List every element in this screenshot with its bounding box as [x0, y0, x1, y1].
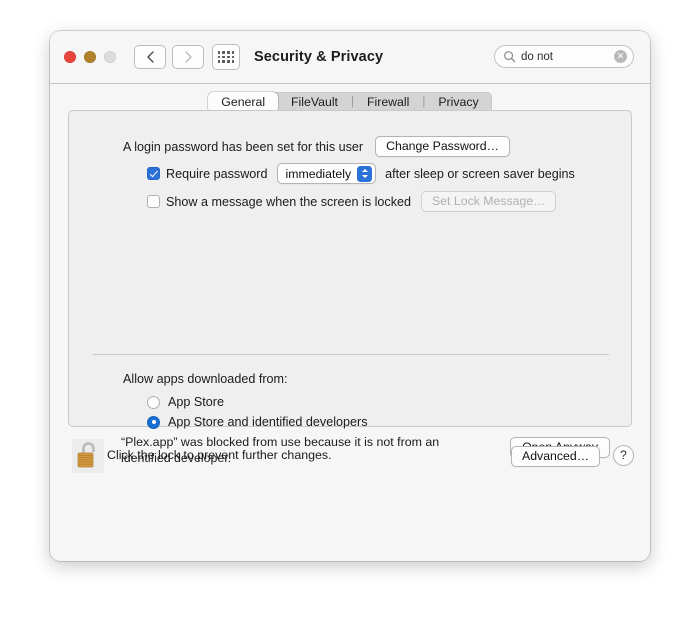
require-password-delay-value: immediately: [285, 166, 352, 181]
screen: Security & Privacy do not ✕ General File…: [0, 0, 700, 627]
require-password-delay-popup[interactable]: immediately: [276, 163, 377, 184]
require-password-label: Require password: [166, 166, 268, 181]
help-button[interactable]: ?: [613, 445, 634, 466]
require-password-suffix-label: after sleep or screen saver begins: [385, 166, 575, 181]
allow-apps-heading-row: Allow apps downloaded from:: [123, 372, 288, 386]
show-lock-message-label: Show a message when the screen is locked: [166, 194, 412, 209]
chevron-right-icon: [184, 51, 192, 63]
back-button[interactable]: [134, 45, 166, 69]
section-divider: [93, 354, 609, 355]
search-icon: [504, 51, 516, 63]
app-store-identified-radio[interactable]: [147, 415, 160, 429]
show-lock-message-checkbox[interactable]: [147, 195, 160, 208]
app-store-radio[interactable]: [147, 395, 160, 409]
require-password-checkbox[interactable]: [147, 167, 160, 180]
login-password-row: A login password has been set for this u…: [123, 136, 510, 157]
advanced-button[interactable]: Advanced…: [511, 446, 600, 467]
show-all-button[interactable]: [212, 44, 240, 70]
zoom-button-icon[interactable]: [104, 51, 116, 63]
search-field[interactable]: do not ✕: [494, 45, 634, 68]
clear-search-icon[interactable]: ✕: [614, 50, 627, 63]
general-pane: A login password has been set for this u…: [68, 110, 632, 465]
minimize-button-icon[interactable]: [84, 51, 96, 63]
search-input[interactable]: do not: [521, 51, 614, 63]
window-titlebar: Security & Privacy do not ✕: [50, 31, 650, 84]
close-button-icon[interactable]: [64, 51, 76, 63]
lock-message-row: Show a message when the screen is locked…: [147, 191, 557, 212]
chevron-left-icon: [146, 51, 154, 63]
set-lock-message-button[interactable]: Set Lock Message…: [421, 191, 557, 212]
page-title: Security & Privacy: [254, 49, 384, 65]
navigation-buttons: [134, 45, 204, 69]
bottom-bar: Click the lock to prevent further change…: [50, 433, 650, 495]
require-password-row: Require password immediately after sleep…: [147, 163, 575, 184]
traffic-lights: [64, 51, 116, 63]
preferences-window: Security & Privacy do not ✕ General File…: [50, 31, 650, 561]
login-password-label: A login password has been set for this u…: [123, 139, 364, 154]
change-password-button[interactable]: Change Password…: [375, 136, 510, 157]
radio-app-store-identified[interactable]: App Store and identified developers: [147, 415, 368, 429]
app-store-label: App Store: [168, 395, 225, 409]
chevron-updown-icon: [357, 165, 373, 182]
radio-app-store[interactable]: App Store: [147, 395, 224, 409]
lock-button[interactable]: [72, 439, 104, 473]
allow-apps-heading: Allow apps downloaded from:: [123, 372, 288, 386]
app-store-identified-label: App Store and identified developers: [168, 415, 368, 429]
unlocked-padlock-icon: [72, 439, 104, 473]
lock-hint-label: Click the lock to prevent further change…: [107, 448, 332, 462]
grid-icon: [217, 51, 235, 63]
forward-button[interactable]: [172, 45, 204, 69]
